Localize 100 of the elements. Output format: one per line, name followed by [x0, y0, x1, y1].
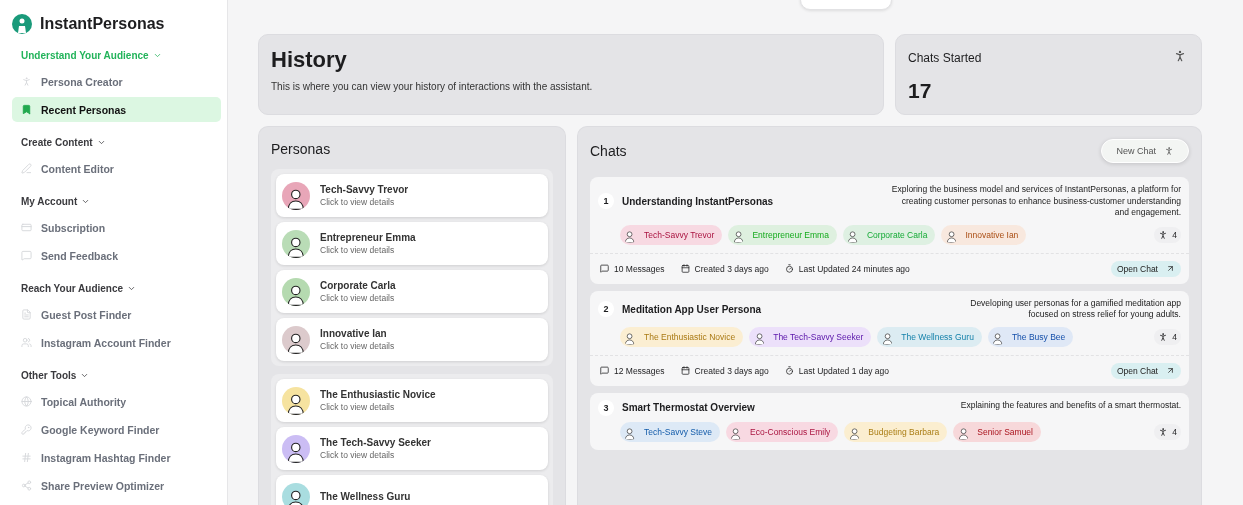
- chat-description: Exploring the business model and services of InstantPersonas, a platform for creating customer personas to enhance business-customer understanding and engagement.: [891, 184, 1181, 219]
- chat-card[interactable]: 3 Smart Thermostat Overview Explaining the features and benefits of a smart thermostat. Tech-Savvy Steve Eco-Conscious Emily Budgeting Barbara Senior Samuel 4: [590, 392, 1189, 450]
- persona-chip[interactable]: Innovative Ian: [941, 224, 1027, 245]
- persona-hint: Click to view details: [320, 293, 396, 303]
- chip-label: Eco-Conscious Emily: [750, 426, 831, 437]
- new-chat-button[interactable]: New Chat: [1101, 139, 1189, 163]
- persona-name: Innovative Ian: [320, 328, 388, 339]
- sidebar-item[interactable]: Recent Personas: [12, 97, 221, 122]
- message-count: 10 Messages: [614, 263, 665, 274]
- section-heading[interactable]: Reach Your Audience: [12, 283, 221, 294]
- persona-name: The Enthusiastic Novice: [320, 389, 436, 400]
- section-heading[interactable]: Other Tools: [12, 370, 221, 381]
- person-icon: [1164, 146, 1174, 156]
- timer-icon: [784, 366, 794, 375]
- person-icon: [1158, 229, 1169, 240]
- count-text: 4: [1172, 229, 1177, 240]
- open-chat-button[interactable]: Open Chat: [1110, 362, 1181, 379]
- document-icon: [21, 309, 32, 320]
- chat-number: 3: [598, 399, 614, 416]
- chevron-icon: [152, 51, 162, 60]
- chip-label: Innovative Ian: [965, 229, 1019, 240]
- persona-card[interactable]: Tech-Savvy Trevor Click to view details: [276, 174, 548, 217]
- sidebar-item[interactable]: Topical Authority: [12, 389, 221, 414]
- sidebar-item[interactable]: Subscription: [12, 215, 221, 240]
- open-chat-button[interactable]: Open Chat: [1110, 260, 1181, 277]
- panel-title: Personas: [271, 141, 332, 157]
- chat-number: 1: [598, 193, 614, 210]
- stat-label: Chats Started: [908, 51, 982, 65]
- sidebar-item[interactable]: Content Editor: [12, 156, 221, 181]
- page-title: History: [271, 47, 348, 73]
- sidebar-item[interactable]: Google Keyword Finder: [12, 417, 221, 442]
- person-icon: [21, 76, 32, 87]
- calendar-icon: [680, 264, 690, 273]
- updated-date: Last Updated 1 day ago: [798, 365, 890, 376]
- sidebar-item[interactable]: Share Preview Optimizer: [12, 473, 221, 498]
- globe-icon: [21, 396, 32, 407]
- chat-card[interactable]: [590, 290, 1189, 386]
- avatar-figure-icon: [286, 187, 306, 210]
- chip-label: The Busy Bee: [1011, 331, 1066, 342]
- chat-title: Smart Thermostat Overview: [622, 402, 755, 413]
- persona-name: The Wellness Guru: [320, 491, 411, 502]
- message-count: 12 Messages: [614, 365, 665, 376]
- panel-title: Chats: [590, 143, 627, 159]
- sidebar-item[interactable]: Instagram Account Finder: [12, 330, 221, 355]
- persona-card[interactable]: The Wellness Guru: [276, 475, 548, 505]
- person-icon: [1158, 426, 1169, 437]
- bookmark-icon: [21, 104, 32, 115]
- persona-card[interactable]: Entrepreneur Emma Click to view details: [276, 222, 548, 265]
- sidebar-item[interactable]: Send Feedback: [12, 243, 221, 268]
- persona-hint: Click to view details: [320, 197, 396, 207]
- chevron-icon: [96, 138, 106, 147]
- created-date: Created 3 days ago: [694, 365, 769, 376]
- persona-hint: Click to view details: [320, 245, 396, 255]
- persona-chip[interactable]: The Enthusiastic Novice: [620, 326, 744, 347]
- arrow-icon: [1166, 264, 1175, 273]
- persona-chip[interactable]: Tech-Savvy Trevor: [620, 224, 723, 245]
- person-icon: [1158, 331, 1169, 342]
- sidebar-item[interactable]: Persona Creator: [12, 69, 221, 94]
- chip-label: Budgeting Barbara: [868, 426, 940, 437]
- persona-hint: Click to view details: [320, 402, 396, 412]
- section-heading[interactable]: My Account: [12, 196, 221, 207]
- chip-label: Tech-Savvy Steve: [644, 426, 713, 437]
- avatar-figure-icon: [286, 440, 306, 463]
- users-icon: [21, 337, 32, 348]
- chat-description: Explaining the features and benefits of a smart thermostat.: [960, 399, 1181, 412]
- persona-card[interactable]: Innovative Ian Click to view details: [276, 318, 548, 361]
- persona-card[interactable]: Corporate Carla Click to view details: [276, 270, 548, 313]
- persona-chip[interactable]: Budgeting Barbara: [844, 421, 948, 442]
- page-subtitle: This is where you can view your history of interactions with the assistant.: [271, 81, 594, 92]
- persona-card[interactable]: The Enthusiastic Novice Click to view details: [276, 379, 548, 422]
- count-text: 4: [1172, 426, 1177, 437]
- sidebar-item[interactable]: Guest Post Finder: [12, 302, 221, 327]
- chat-number: 2: [598, 301, 614, 317]
- persona-hint: Click to view details: [320, 341, 395, 351]
- arrow-icon: [1166, 366, 1175, 375]
- sidebar-item[interactable]: Instagram Hashtag Finder: [12, 445, 221, 470]
- persona-chip[interactable]: The Tech-Savvy Seeker: [749, 326, 872, 347]
- persona-name: The Tech-Savvy Seeker: [320, 437, 431, 448]
- pencil-icon: [21, 163, 32, 174]
- hash-icon: [21, 452, 32, 463]
- persona-name: Tech-Savvy Trevor: [320, 184, 409, 195]
- persona-chip[interactable]: Tech-Savvy Steve: [620, 421, 721, 442]
- card-icon: [21, 222, 32, 233]
- persona-chip[interactable]: Eco-Conscious Emily: [726, 421, 839, 442]
- avatar-figure-icon: [286, 283, 306, 306]
- chevron-icon: [81, 197, 91, 206]
- persona-chip[interactable]: Senior Samuel: [953, 421, 1041, 442]
- persona-chip[interactable]: The Wellness Guru: [877, 326, 982, 347]
- chat-title: Meditation App User Persona: [622, 303, 762, 315]
- chat-bubble-icon: [600, 264, 609, 273]
- chat-bubble-icon: [600, 366, 609, 375]
- persona-card[interactable]: The Tech-Savvy Seeker Click to view details: [276, 427, 548, 470]
- chip-label: The Wellness Guru: [901, 331, 974, 342]
- key-icon: [21, 424, 32, 435]
- persona-hint: Click to view details: [320, 450, 396, 460]
- section-heading[interactable]: Create Content: [12, 137, 221, 148]
- chip-label: Senior Samuel: [977, 426, 1033, 437]
- chat-card[interactable]: [590, 177, 1189, 284]
- persona-chip[interactable]: The Busy Bee: [987, 326, 1074, 347]
- chat-bubble-icon: [21, 250, 32, 261]
